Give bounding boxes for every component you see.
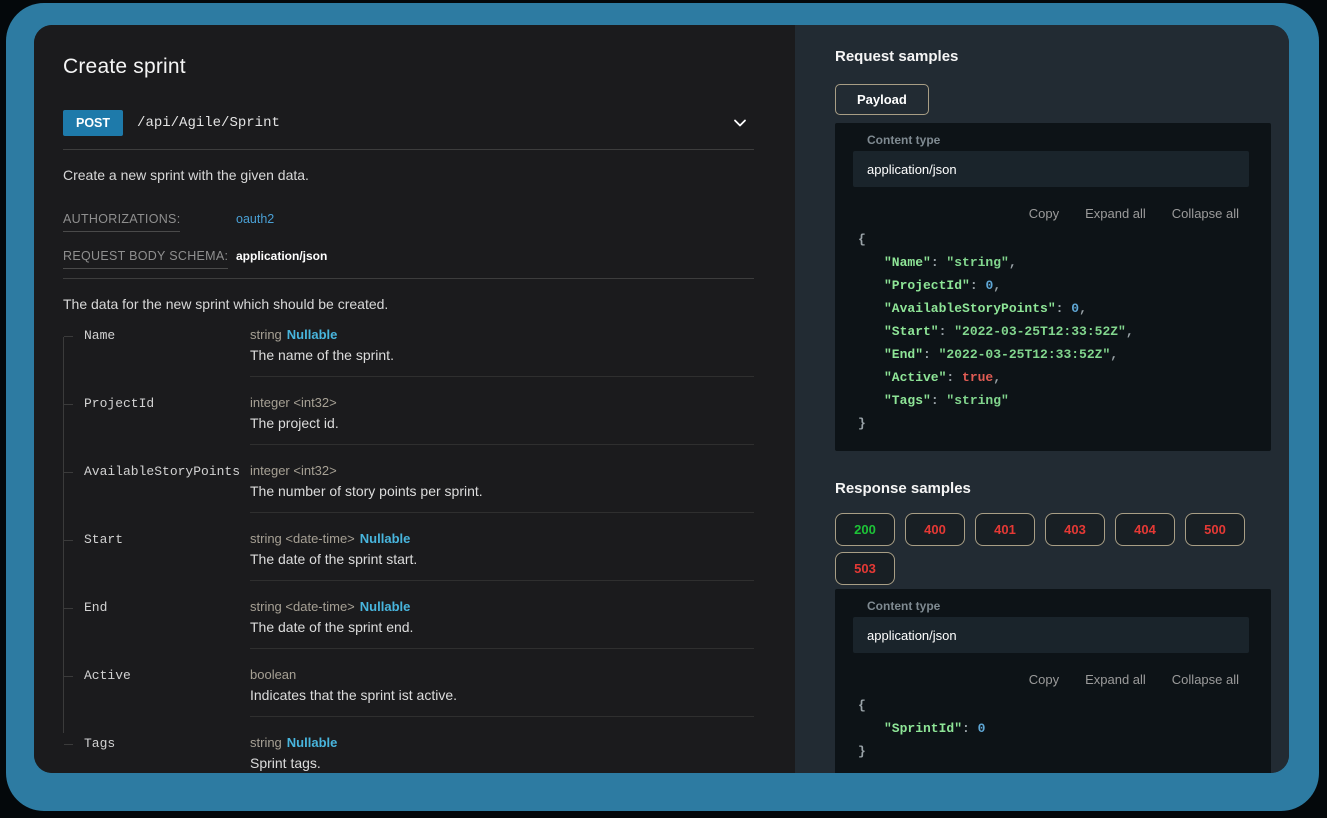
field-description: The date of the sprint start. (250, 551, 754, 567)
field-row-projectid: ProjectIdinteger <int32> The project id. (63, 395, 754, 445)
request-body-schema-label: REQUEST BODY SCHEMA: (63, 249, 236, 269)
field-name: ProjectId (63, 395, 250, 445)
authorizations-row: AUTHORIZATIONS: oauth2 (63, 212, 754, 232)
response-code-panel: Content type application/json Copy Expand… (835, 589, 1271, 773)
samples-panel: Request samples Payload Content type app… (795, 25, 1289, 773)
doc-panel: Create sprint POST /api/Agile/Sprint Cre… (34, 25, 795, 773)
field-nullable-flag: Nullable (287, 735, 338, 750)
action-expand-all[interactable]: Expand all (1085, 206, 1146, 221)
request-body-content-type: application/json (236, 249, 327, 263)
code-actions: Copy Expand all Collapse all (835, 653, 1271, 687)
field-name: End (63, 599, 250, 649)
field-row-availablestorypoints: AvailableStoryPointsinteger <int32> The n… (63, 463, 754, 513)
field-type: string <date-time>Nullable (250, 599, 754, 614)
field-name: AvailableStoryPoints (63, 463, 250, 513)
field-type: stringNullable (250, 327, 754, 342)
chevron-down-icon (732, 115, 748, 131)
authorizations-label: AUTHORIZATIONS: (63, 212, 236, 232)
field-row-name: NamestringNullable The name of the sprint… (63, 327, 754, 377)
request-code-panel: Content type application/json Copy Expand… (835, 123, 1271, 451)
content-type-select[interactable]: application/json (853, 617, 1249, 653)
field-description: Sprint tags. (250, 755, 754, 771)
page-title: Create sprint (63, 55, 754, 79)
field-description: Indicates that the sprint ist active. (250, 687, 754, 703)
field-row-active: Activeboolean Indicates that the sprint i… (63, 667, 754, 717)
content-type-select[interactable]: application/json (853, 151, 1249, 187)
field-nullable-flag: Nullable (287, 327, 338, 342)
response-sample-code: {"SprintId": 0} (835, 694, 1271, 763)
field-nullable-flag: Nullable (360, 599, 411, 614)
status-button-503[interactable]: 503 (835, 552, 895, 585)
oauth2-link[interactable]: oauth2 (236, 212, 274, 226)
field-description: The date of the sprint end. (250, 619, 754, 635)
status-button-404[interactable]: 404 (1115, 513, 1175, 546)
field-description: The number of story points per sprint. (250, 483, 754, 499)
content-type-label: Content type (867, 599, 1271, 613)
field-row-start: Startstring <date-time>Nullable The date … (63, 531, 754, 581)
operation-description: Create a new sprint with the given data. (63, 167, 754, 183)
field-name: Name (63, 327, 250, 377)
code-actions: Copy Expand all Collapse all (835, 187, 1271, 221)
request-sample-code: {"Name": "string","ProjectId": 0,"Availa… (835, 228, 1271, 435)
status-button-400[interactable]: 400 (905, 513, 965, 546)
schema-fields-list: NamestringNullableThe name of the sprint… (63, 327, 754, 773)
action-expand-all[interactable]: Expand all (1085, 672, 1146, 687)
content-type-label: Content type (867, 133, 1271, 147)
action-copy[interactable]: Copy (1029, 672, 1059, 687)
content-type-value: application/json (867, 162, 957, 177)
field-row-tags: TagsstringNullable Sprint tags. (63, 735, 754, 773)
field-name: Start (63, 531, 250, 581)
field-description: The project id. (250, 415, 754, 431)
field-type: integer <int32> (250, 395, 754, 410)
endpoint-path: /api/Agile/Sprint (137, 115, 732, 131)
request-body-schema-row: REQUEST BODY SCHEMA: application/json (63, 249, 754, 279)
field-description: The name of the sprint. (250, 347, 754, 363)
status-button-403[interactable]: 403 (1045, 513, 1105, 546)
api-doc-window: Create sprint POST /api/Agile/Sprint Cre… (34, 25, 1289, 773)
field-type: integer <int32> (250, 463, 754, 478)
action-collapse-all[interactable]: Collapse all (1172, 672, 1239, 687)
field-type: boolean (250, 667, 754, 682)
endpoint-row[interactable]: POST /api/Agile/Sprint (63, 110, 754, 150)
field-name: Active (63, 667, 250, 717)
field-nullable-flag: Nullable (360, 531, 411, 546)
content-type-value: application/json (867, 628, 957, 643)
field-type: stringNullable (250, 735, 754, 750)
field-name: Tags (63, 735, 250, 773)
status-buttons-row: 200 400 401 403 404 500 503 (835, 513, 1271, 585)
payload-tab[interactable]: Payload (835, 84, 929, 115)
action-copy[interactable]: Copy (1029, 206, 1059, 221)
body-description: The data for the new sprint which should… (63, 296, 754, 312)
status-button-200[interactable]: 200 (835, 513, 895, 546)
response-samples-heading: Response samples (835, 480, 1271, 497)
window-frame: Create sprint POST /api/Agile/Sprint Cre… (6, 3, 1319, 811)
request-samples-heading: Request samples (835, 48, 1271, 65)
field-row-end: Endstring <date-time>Nullable The date of… (63, 599, 754, 649)
action-collapse-all[interactable]: Collapse all (1172, 206, 1239, 221)
response-samples-section: Response samples 200 400 401 403 404 500 503 C… (835, 480, 1271, 773)
status-button-401[interactable]: 401 (975, 513, 1035, 546)
field-type: string <date-time>Nullable (250, 531, 754, 546)
http-method-badge: POST (63, 110, 123, 136)
status-button-500[interactable]: 500 (1185, 513, 1245, 546)
